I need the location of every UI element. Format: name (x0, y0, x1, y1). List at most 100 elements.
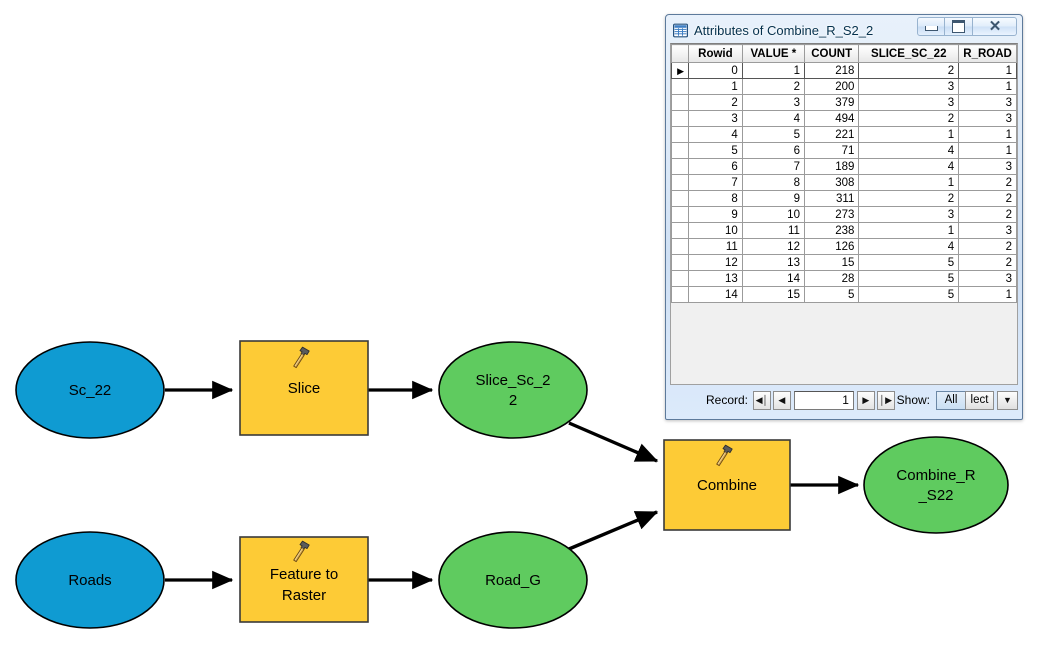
row-selector-cell[interactable] (671, 126, 689, 143)
row-selector-cell[interactable] (671, 78, 689, 95)
table-cell[interactable]: 2 (958, 206, 1017, 223)
table-cell[interactable]: 4 (741, 110, 805, 127)
column-header-rowid[interactable]: Rowid (688, 44, 743, 63)
table-cell[interactable]: 1 (958, 142, 1017, 159)
table-cell[interactable]: 7 (741, 158, 805, 175)
window-titlebar[interactable]: Attributes of Combine_R_S2_2 ✕ (670, 17, 1018, 43)
row-selector-cell[interactable] (671, 286, 689, 303)
record-navigation-bar[interactable]: Record: ◀│ ◀ 1 ▶ │▶ Show: All lect ▼ (670, 387, 1018, 413)
table-row[interactable]: 10 11 238 1 3 (671, 222, 1017, 239)
table-cell[interactable]: 238 (803, 222, 860, 239)
model-node-combine-r-s22[interactable]: Combine_R _S22 (863, 436, 1009, 534)
table-cell[interactable]: 1 (958, 286, 1017, 303)
table-row[interactable]: 2 3 379 3 3 (671, 94, 1017, 111)
table-cell[interactable]: 1 (858, 126, 960, 143)
table-cell[interactable]: 3 (858, 78, 960, 95)
row-selector-cell[interactable] (671, 254, 689, 271)
restore-button[interactable] (945, 17, 973, 36)
table-cell[interactable]: 5 (688, 142, 743, 159)
row-selector-cell[interactable] (671, 270, 689, 287)
table-cell[interactable]: 2 (958, 174, 1017, 191)
show-all-button[interactable]: All (936, 390, 965, 410)
table-cell[interactable]: 1 (958, 62, 1017, 79)
table-cell[interactable]: 71 (803, 142, 860, 159)
show-selected-button[interactable]: lect (965, 390, 994, 410)
table-row[interactable]: 7 8 308 1 2 (671, 174, 1017, 191)
table-row[interactable]: 13 14 28 5 3 (671, 270, 1017, 287)
table-cell[interactable]: 308 (803, 174, 860, 191)
model-node-combine[interactable]: Combine (663, 439, 791, 531)
table-cell[interactable]: 14 (688, 286, 743, 303)
table-cell[interactable]: 3 (958, 270, 1017, 287)
output-data-ellipse[interactable] (438, 341, 588, 439)
table-cell[interactable]: 5 (858, 286, 960, 303)
output-data-ellipse[interactable] (438, 531, 588, 629)
table-cell[interactable]: 4 (858, 238, 960, 255)
column-header-value[interactable]: VALUE * (741, 44, 805, 63)
table-cell[interactable]: 2 (958, 254, 1017, 271)
table-cell[interactable]: 9 (741, 190, 805, 207)
model-node-roads[interactable]: Roads (15, 531, 165, 629)
table-row[interactable]: 6 7 189 4 3 (671, 158, 1017, 175)
table-row[interactable]: 4 5 221 1 1 (671, 126, 1017, 143)
row-selector-cell[interactable] (671, 190, 689, 207)
last-record-button[interactable]: │▶ (876, 390, 895, 410)
row-selector-cell[interactable] (671, 110, 689, 127)
table-cell[interactable]: 3 (688, 110, 743, 127)
table-cell[interactable]: 5 (858, 270, 960, 287)
show-filter-group[interactable]: Show: All lect ▼ (897, 390, 1018, 410)
table-cell[interactable]: 3 (858, 94, 960, 111)
table-cell[interactable]: 1 (858, 222, 960, 239)
table-cell[interactable]: 221 (803, 126, 860, 143)
model-node-road-g[interactable]: Road_G (438, 531, 588, 629)
record-number-input[interactable]: 1 (793, 390, 854, 410)
table-cell[interactable]: 13 (688, 270, 743, 287)
table-cell[interactable]: 10 (688, 222, 743, 239)
minimize-button[interactable] (917, 17, 945, 36)
table-cell[interactable]: 2 (858, 190, 960, 207)
row-selector-cell[interactable]: ▶ (671, 62, 689, 79)
table-cell[interactable]: 2 (858, 62, 960, 79)
column-header-r-road[interactable]: R_ROAD (958, 44, 1017, 63)
table-cell[interactable]: 14 (741, 270, 805, 287)
table-row[interactable]: ▶ 0 1 218 2 1 (671, 62, 1017, 79)
table-row[interactable]: 1 2 200 3 1 (671, 78, 1017, 95)
table-cell[interactable]: 6 (741, 142, 805, 159)
table-cell[interactable]: 3 (858, 206, 960, 223)
table-row[interactable]: 8 9 311 2 2 (671, 190, 1017, 207)
table-cell[interactable]: 5 (803, 286, 860, 303)
table-cell[interactable]: 1 (958, 78, 1017, 95)
model-node-feature-to-raster[interactable]: Feature to Raster (239, 536, 369, 623)
table-cell[interactable]: 4 (858, 142, 960, 159)
table-cell[interactable]: 11 (741, 222, 805, 239)
table-cell[interactable]: 218 (803, 62, 860, 79)
table-cell[interactable]: 11 (688, 238, 743, 255)
column-header-count[interactable]: COUNT (803, 44, 860, 63)
output-data-ellipse[interactable] (863, 436, 1009, 534)
table-cell[interactable]: 2 (958, 190, 1017, 207)
table-row[interactable]: 14 15 5 5 1 (671, 286, 1017, 303)
table-cell[interactable]: 3 (958, 158, 1017, 175)
input-data-ellipse[interactable] (15, 531, 165, 629)
table-cell[interactable]: 494 (803, 110, 860, 127)
grid-body[interactable]: ▶ 0 1 218 2 1 1 2 200 3 1 2 3 379 3 3 3 4 494 2 3 4 5 221 1 1 5 6 71… (671, 62, 1017, 303)
table-cell[interactable]: 2 (688, 94, 743, 111)
table-cell[interactable]: 311 (803, 190, 860, 207)
table-cell[interactable]: 10 (741, 206, 805, 223)
window-control-buttons[interactable]: ✕ (917, 17, 1017, 36)
table-cell[interactable]: 9 (688, 206, 743, 223)
table-cell[interactable]: 2 (741, 78, 805, 95)
table-cell[interactable]: 126 (803, 238, 860, 255)
table-row[interactable]: 11 12 126 4 2 (671, 238, 1017, 255)
table-cell[interactable]: 15 (741, 286, 805, 303)
table-row[interactable]: 12 13 15 5 2 (671, 254, 1017, 271)
next-record-button[interactable]: ▶ (856, 390, 875, 410)
table-cell[interactable]: 12 (741, 238, 805, 255)
show-options-dropdown[interactable]: ▼ (997, 390, 1018, 410)
row-selector-cell[interactable] (671, 142, 689, 159)
row-selector-cell[interactable] (671, 222, 689, 239)
table-cell[interactable]: 8 (741, 174, 805, 191)
table-cell[interactable]: 5 (858, 254, 960, 271)
table-cell[interactable]: 2 (958, 238, 1017, 255)
table-cell[interactable]: 8 (688, 190, 743, 207)
